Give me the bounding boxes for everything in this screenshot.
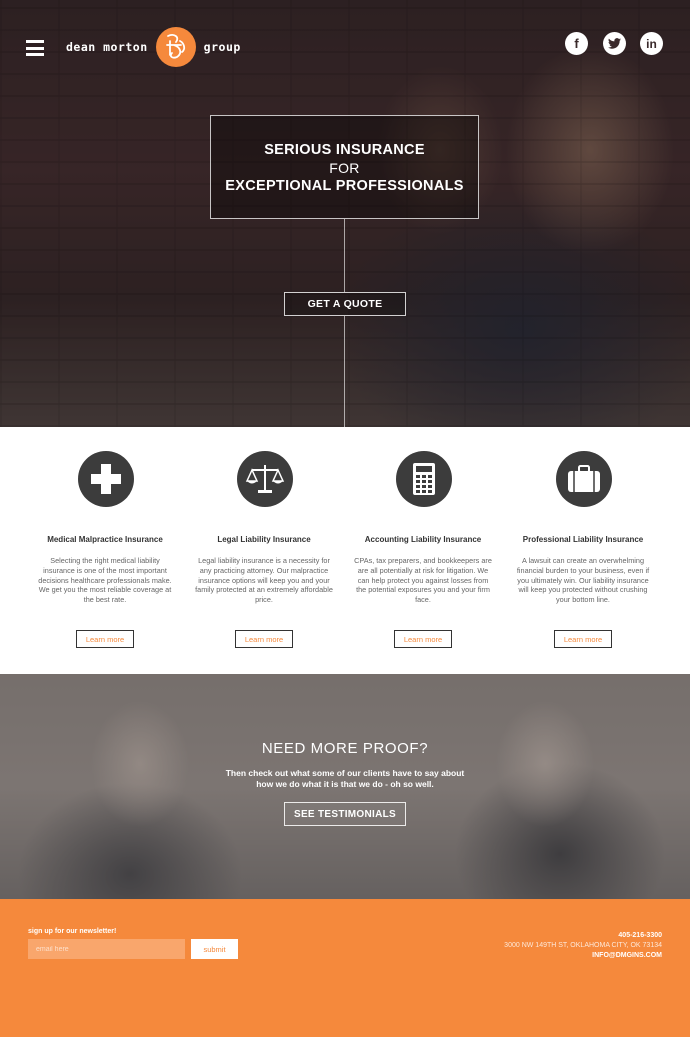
logo-text-left: dean morton [66, 40, 148, 54]
hero-connector-line-lower [344, 316, 345, 427]
newsletter-email-input[interactable] [28, 939, 185, 959]
service-title: Accounting Liability Insurance [364, 535, 482, 544]
twitter-icon[interactable] [603, 32, 626, 55]
address: 3000 NW 149TH ST, OKLAHOMA CITY, OK 7313… [504, 942, 662, 949]
hero-connector-line [344, 219, 345, 292]
footer: sign up for our newsletter! submit 405-2… [0, 899, 690, 1037]
phone-number[interactable]: 405-216-3300 [504, 931, 662, 941]
logo[interactable]: dean morton group [66, 26, 241, 68]
hero-line-1: SERIOUS INSURANCE [264, 142, 425, 158]
contact-info: 405-216-3300 3000 NW 149TH ST, OKLAHOMA … [504, 931, 662, 961]
service-description: Legal liability insurance is a necessity… [195, 556, 333, 605]
contact-email-link[interactable]: INFO@DMGINS.COM [504, 951, 662, 961]
learn-more-button[interactable]: Learn more [394, 630, 452, 648]
service-title: Legal Liability Insurance [217, 535, 311, 544]
hero-line-2: FOR [329, 160, 360, 176]
logo-mark-icon [155, 27, 196, 67]
proof-text: Then check out what some of our clients … [225, 768, 465, 789]
hamburger-menu-icon[interactable] [26, 40, 44, 56]
testimonials-section: NEED MORE PROOF? Then check out what som… [0, 674, 690, 899]
briefcase-icon [556, 451, 612, 507]
learn-more-button[interactable]: Learn more [235, 630, 293, 648]
learn-more-button[interactable]: Learn more [554, 630, 612, 648]
page: dean morton group f in SERIOUS INSURANCE… [0, 0, 690, 1037]
see-testimonials-button[interactable]: SEE TESTIMONIALS [284, 802, 406, 826]
service-description: Selecting the right medical liability in… [38, 556, 172, 605]
service-title: Professional Liability Insurance [522, 535, 644, 544]
proof-heading: NEED MORE PROOF? [261, 740, 429, 757]
newsletter-submit-button[interactable]: submit [191, 939, 238, 959]
facebook-icon[interactable]: f [565, 32, 588, 55]
scales-icon [237, 451, 293, 507]
learn-more-button[interactable]: Learn more [76, 630, 134, 648]
linkedin-icon[interactable]: in [640, 32, 663, 55]
hero-line-3: EXCEPTIONAL PROFESSIONALS [225, 178, 464, 194]
hero-section: dean morton group f in SERIOUS INSURANCE… [0, 0, 690, 427]
service-description: CPAs, tax preparers, and bookkeepers are… [354, 556, 492, 605]
calculator-icon [396, 451, 452, 507]
service-title: Medical Malpractice Insurance [47, 535, 163, 544]
medical-cross-icon [78, 451, 134, 507]
logo-text-right: group [203, 40, 241, 54]
newsletter-label: sign up for our newsletter! [28, 928, 117, 935]
service-description: A lawsuit can create an overwhelming fin… [516, 556, 650, 605]
services-section: Medical Malpractice Insurance Selecting … [0, 427, 690, 674]
hero-headline-box: SERIOUS INSURANCE FOR EXCEPTIONAL PROFES… [210, 115, 479, 219]
get-a-quote-button[interactable]: GET A QUOTE [284, 292, 406, 316]
